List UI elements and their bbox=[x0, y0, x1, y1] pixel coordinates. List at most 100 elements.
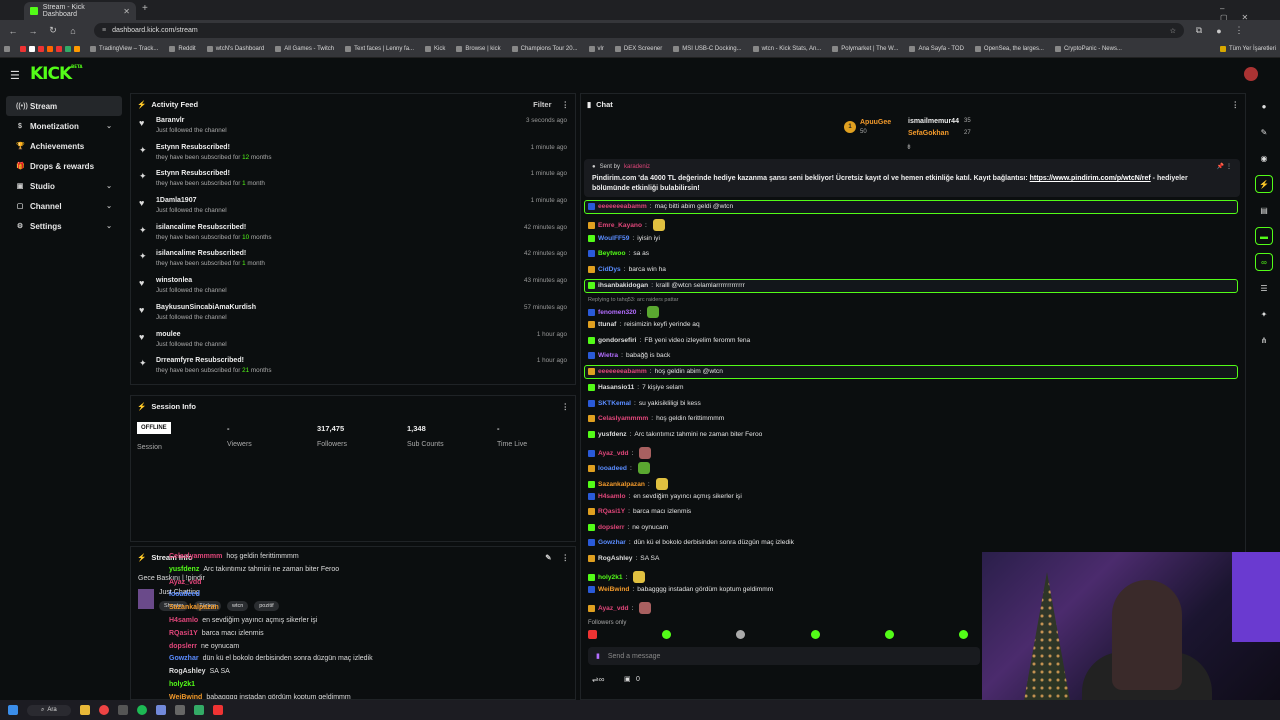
taskbar-search[interactable]: ⌕ Ara bbox=[27, 704, 71, 716]
emote-icon[interactable] bbox=[958, 630, 968, 639]
bookmark-item[interactable]: Ana Sayfa - TOD bbox=[909, 46, 964, 52]
bookmark-star-icon[interactable]: ☆ bbox=[1170, 27, 1176, 35]
chat-username[interactable]: RogAshley bbox=[598, 555, 632, 562]
tag[interactable]: pozitif bbox=[254, 601, 279, 611]
chat-username[interactable]: Ayaz_vdd bbox=[598, 605, 629, 612]
windows-start-icon[interactable] bbox=[8, 705, 18, 715]
profile-icon[interactable]: ● bbox=[1214, 26, 1224, 36]
chat-username[interactable]: Hasansio11 bbox=[598, 384, 634, 391]
app-icon[interactable] bbox=[117, 705, 128, 715]
chat-username[interactable]: Celaslyammmm bbox=[598, 415, 648, 422]
chat-username[interactable]: RQasi1Y bbox=[598, 508, 625, 515]
chevron-down-icon[interactable]: ⌄ bbox=[106, 182, 112, 190]
emote-icon[interactable] bbox=[588, 630, 597, 639]
bookmark-item[interactable]: OpenSea, the larges... bbox=[974, 46, 1044, 52]
chat-username[interactable]: looadeed bbox=[598, 465, 627, 472]
chat-username[interactable]: WoulFF59 bbox=[598, 235, 629, 242]
chevron-down-icon[interactable]: ⌄ bbox=[106, 122, 112, 130]
sidebar-item-monetization[interactable]: $ Monetization ⌄ bbox=[6, 116, 122, 136]
emote-icon[interactable] bbox=[662, 630, 672, 639]
kick-logo[interactable]: KICKBETA bbox=[30, 64, 82, 84]
all-bookmarks[interactable]: Tüm Yer İşaretleri bbox=[1219, 46, 1276, 52]
chat-username[interactable]: Gowzhar bbox=[598, 539, 626, 546]
chat-username[interactable]: ihsanbakidogan bbox=[598, 282, 648, 289]
leader-name[interactable]: ApuuGee bbox=[860, 119, 891, 126]
bookmark-item[interactable]: wtcN's Dashboard bbox=[206, 46, 264, 52]
chat-username[interactable]: ttunaf bbox=[598, 321, 616, 328]
camera-icon[interactable]: ◉ bbox=[1255, 149, 1273, 167]
forward-icon[interactable]: → bbox=[28, 26, 38, 36]
chat-username[interactable]: gondorsefiri bbox=[598, 337, 636, 344]
chevron-down-icon[interactable]: ⌄ bbox=[106, 222, 112, 230]
chrome-icon[interactable] bbox=[98, 705, 109, 715]
share-icon[interactable]: ⋔ bbox=[1255, 331, 1273, 349]
bolt-icon[interactable]: ⚡ bbox=[1255, 175, 1273, 193]
apps-icon[interactable] bbox=[4, 46, 10, 52]
filter-button[interactable]: Filter bbox=[533, 100, 551, 109]
spotify-icon[interactable] bbox=[136, 705, 147, 715]
bookmark-item[interactable]: TradingView – Track... bbox=[90, 46, 158, 52]
list-icon[interactable]: ☰ bbox=[1255, 279, 1273, 297]
bookmark-item[interactable]: All Games - Twitch bbox=[275, 46, 334, 52]
back-icon[interactable]: ← bbox=[8, 26, 18, 36]
pin-toggle-icon[interactable]: 📌 ⋮ bbox=[1217, 163, 1232, 170]
discord-icon[interactable] bbox=[155, 705, 166, 715]
chat-username[interactable]: WeiBwind bbox=[598, 586, 629, 593]
obs-icon[interactable] bbox=[212, 705, 223, 715]
site-info-icon[interactable]: ≡ bbox=[102, 27, 106, 34]
bookmark-icons[interactable] bbox=[20, 46, 80, 52]
chat-username[interactable]: Wietra bbox=[598, 352, 618, 359]
chat-username[interactable]: Sazankalpazan bbox=[598, 481, 645, 488]
chat-username[interactable]: Emre_Kayano bbox=[598, 222, 642, 229]
reload-icon[interactable]: ↻ bbox=[48, 25, 58, 36]
bookmark-item[interactable]: Reddit bbox=[169, 46, 196, 52]
sidebar-item-drops[interactable]: 🎁 Drops & rewards bbox=[6, 156, 122, 176]
bookmark-item[interactable]: Text faces | Lenny fa... bbox=[345, 46, 414, 52]
chat-username[interactable]: SKTKemal bbox=[598, 400, 631, 407]
menu-hamburger-icon[interactable]: ☰ bbox=[10, 69, 20, 82]
edit-icon[interactable]: ✎ bbox=[545, 553, 551, 562]
emote-icon[interactable] bbox=[736, 630, 746, 639]
url-input[interactable]: ≡ dashboard.kick.com/stream ☆ bbox=[94, 23, 1184, 38]
chat-username[interactable]: dopslerr bbox=[598, 524, 624, 531]
chevron-down-icon[interactable]: ⌄ bbox=[106, 202, 112, 210]
chat-icon[interactable]: ▬ bbox=[1255, 227, 1273, 245]
menu-icon[interactable]: ⋮ bbox=[1234, 25, 1244, 36]
close-tab-icon[interactable]: ✕ bbox=[123, 7, 130, 16]
doc-icon[interactable]: ▤ bbox=[1255, 201, 1273, 219]
mic-icon[interactable]: ▮ bbox=[596, 652, 600, 660]
bookmark-item[interactable]: Champions Tour 20... bbox=[511, 46, 578, 52]
wrench-icon[interactable]: ✦ bbox=[1255, 305, 1273, 323]
chat-username[interactable]: holy2k1 bbox=[598, 574, 623, 581]
chat-username[interactable]: H4samlo bbox=[598, 493, 626, 500]
user-avatar[interactable] bbox=[1244, 67, 1258, 81]
sidebar-item-studio[interactable]: ▣ Studio ⌄ bbox=[6, 176, 122, 196]
sidebar-item-stream[interactable]: ((•)) Stream bbox=[6, 96, 122, 116]
leader-name[interactable]: ismailmemur44 bbox=[908, 118, 959, 125]
more-options-icon[interactable]: ⋮ bbox=[562, 100, 570, 109]
pinned-user[interactable]: karadeniz bbox=[624, 164, 650, 170]
chat-username[interactable]: Beytwoo bbox=[598, 250, 625, 257]
sidebar-item-settings[interactable]: ⚙ Settings ⌄ bbox=[6, 216, 122, 236]
bookmark-item[interactable]: DEX Screener bbox=[614, 46, 662, 52]
more-options-icon[interactable]: ⋮ bbox=[1232, 100, 1240, 109]
chat-username[interactable]: eeeeeeeabamm bbox=[598, 368, 647, 375]
chat-input[interactable]: ▮ Send a message bbox=[588, 647, 980, 665]
bookmark-item[interactable]: wtcn - Kick Stats, An... bbox=[752, 46, 821, 52]
chat-username[interactable]: fenomen320 bbox=[598, 309, 636, 316]
chat-username[interactable]: CidDys bbox=[598, 266, 621, 273]
chat-username[interactable]: yusfdenz bbox=[598, 431, 627, 438]
tag[interactable]: wtcn bbox=[226, 601, 249, 611]
expand-icon[interactable]: ⇟ bbox=[906, 143, 912, 151]
new-tab-icon[interactable]: + bbox=[142, 3, 148, 14]
home-icon[interactable]: ⌂ bbox=[68, 26, 78, 36]
leader-name[interactable]: SefaGokhan bbox=[908, 130, 949, 137]
bookmark-item[interactable]: MSI USB-C Docking... bbox=[673, 46, 742, 52]
steam-icon[interactable] bbox=[174, 705, 185, 715]
app-icon[interactable] bbox=[193, 705, 204, 715]
more-options-icon[interactable]: ⋮ bbox=[562, 553, 570, 562]
link-icon[interactable]: ⇌∞ bbox=[592, 675, 604, 684]
emote-icon[interactable] bbox=[884, 630, 894, 639]
pen-icon[interactable]: ✎ bbox=[1255, 123, 1273, 141]
more-options-icon[interactable]: ⋮ bbox=[562, 402, 570, 411]
